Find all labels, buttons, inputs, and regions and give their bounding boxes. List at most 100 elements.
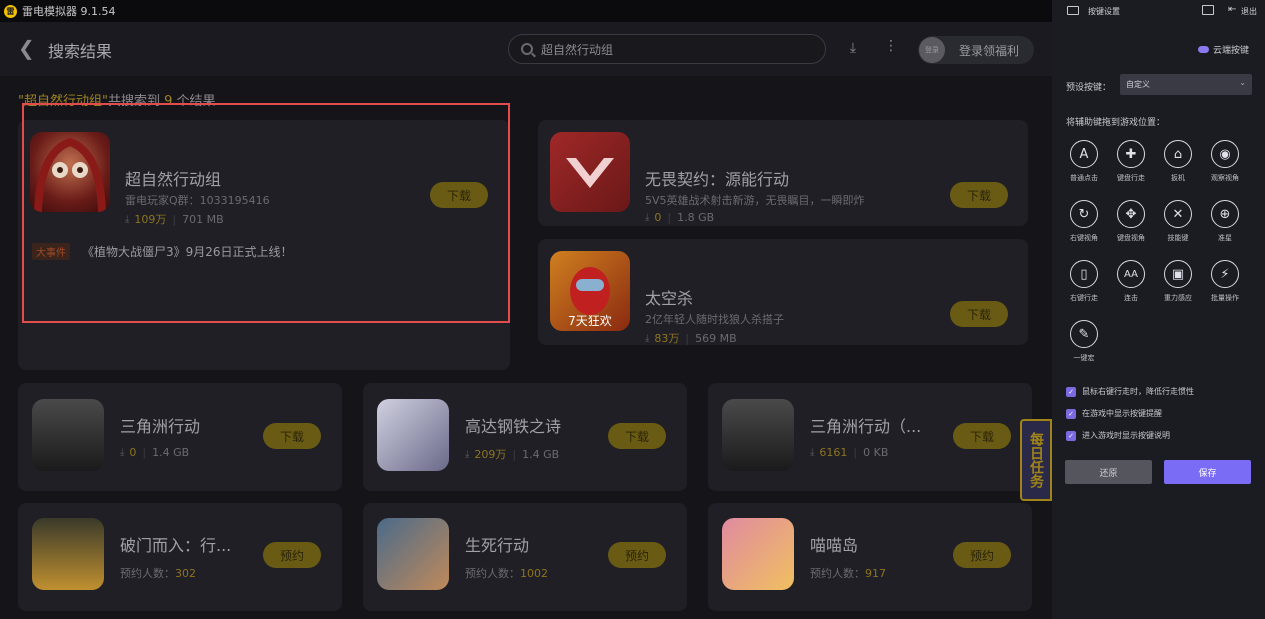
key-label: 批量操作 xyxy=(1211,294,1239,302)
game-name: 超自然行动组 xyxy=(125,170,222,189)
search-input[interactable] xyxy=(541,42,801,56)
key-item[interactable]: ✕ 技能键 xyxy=(1156,200,1200,243)
key-item[interactable]: ▯ 右键行走 xyxy=(1062,260,1106,303)
panel-topbar: 按键设置 ⇤ 退出 xyxy=(1052,0,1265,22)
eye-icon: ◉ xyxy=(1211,140,1239,168)
save-button[interactable]: 保存 xyxy=(1164,460,1251,484)
checkmark-icon: ✓ xyxy=(1066,430,1076,441)
search-icon xyxy=(521,43,533,55)
download-button[interactable]: 下载 xyxy=(263,423,321,449)
game-icon xyxy=(32,518,104,590)
key-label: 普通点击 xyxy=(1070,174,1098,182)
login-button[interactable]: 登录 登录领福利 xyxy=(918,36,1034,64)
key-label: 重力感应 xyxy=(1164,294,1192,302)
macro-icon: ✎ xyxy=(1070,320,1098,348)
trigger-icon: ⌂ xyxy=(1164,140,1192,168)
key-label: 连击 xyxy=(1124,294,1138,302)
key-item[interactable]: ◉ 观察视角 xyxy=(1203,140,1247,183)
gyro-icon: ▣ xyxy=(1164,260,1192,288)
key-settings-panel: 按键设置 ⇤ 退出 云端按键 预设按键： 自定义 ⌄ 将辅助键拖到游戏位置： A… xyxy=(1052,0,1265,619)
dpad-icon: ✚ xyxy=(1117,140,1145,168)
drag-hint: 将辅助键拖到游戏位置： xyxy=(1066,118,1166,128)
game-icon xyxy=(550,132,630,212)
header: ❮ 搜索结果 ⤓ ⋮ 登录 登录领福利 xyxy=(0,22,1052,76)
game-desc: 雷电玩家Q群：1033195416 xyxy=(125,194,270,207)
key-label: 一键宏 xyxy=(1073,354,1095,362)
download-button[interactable]: 下载 xyxy=(950,182,1008,208)
batch-icon: ⚡ xyxy=(1211,260,1239,288)
download-button[interactable]: 下载 xyxy=(950,301,1008,327)
option-checkbox[interactable]: ✓ 在游戏中显示按键提醒 xyxy=(1066,408,1256,419)
key-item[interactable]: ✎ 一键宏 xyxy=(1062,320,1106,363)
svg-text:7天狂欢: 7天狂欢 xyxy=(568,313,612,328)
key-label: 准星 xyxy=(1218,234,1232,242)
app-logo-icon: 雷 xyxy=(4,4,17,18)
option-label: 进入游戏时显示按键说明 xyxy=(1082,431,1170,440)
preset-select[interactable]: 自定义 ⌄ xyxy=(1120,74,1252,95)
restore-button[interactable]: 还原 xyxy=(1065,460,1152,484)
key-item[interactable]: ✥ 键盘视角 xyxy=(1109,200,1153,243)
key-item[interactable]: A 普通点击 xyxy=(1062,140,1106,183)
key-item[interactable]: ✚ 键盘行走 xyxy=(1109,140,1153,183)
event-banner[interactable]: 大事件 《植物大战僵尸3》9月26日正式上线！ xyxy=(22,227,508,377)
back-icon[interactable]: ❮ xyxy=(18,36,35,60)
game-icon xyxy=(377,518,449,590)
game-name: 高达钢铁之诗 xyxy=(465,417,562,436)
reservation-stats: 预约人数： 1002 xyxy=(465,566,548,581)
option-label: 鼠标右键行走时，降低行走惯性 xyxy=(1082,387,1194,396)
skill-icon: ✕ xyxy=(1164,200,1192,228)
reserve-button[interactable]: 预约 xyxy=(608,542,666,568)
preset-label: 预设按键： xyxy=(1066,83,1112,93)
search-box[interactable] xyxy=(508,34,826,64)
game-card[interactable]: 7天狂欢 xyxy=(538,239,1028,345)
reservation-stats: 预约人数： 302 xyxy=(120,566,196,581)
game-icon xyxy=(30,132,110,212)
game-stats: ⤓ 6161 | 0 KB xyxy=(810,446,889,459)
keyboard-icon xyxy=(1067,6,1079,15)
key-item[interactable]: ⌂ 扳机 xyxy=(1156,140,1200,183)
download-manager-icon[interactable]: ⤓ xyxy=(845,40,861,56)
option-checkbox[interactable]: ✓ 进入游戏时显示按键说明 xyxy=(1066,430,1256,441)
download-button[interactable]: 下载 xyxy=(608,423,666,449)
key-item[interactable]: ⚡ 批量操作 xyxy=(1203,260,1247,303)
download-count-icon: ⤓ xyxy=(645,212,650,223)
key-item[interactable]: ▣ 重力感应 xyxy=(1156,260,1200,303)
login-label: 登录领福利 xyxy=(959,43,1020,58)
checkmark-icon: ✓ xyxy=(1066,386,1076,397)
game-stats: ⤓ 109万 | 701 MB xyxy=(125,212,224,227)
event-text[interactable]: 《植物大战僵尸3》9月26日正式上线！ xyxy=(82,243,293,260)
game-name: 生死行动 xyxy=(465,536,530,555)
reserve-button[interactable]: 预约 xyxy=(953,542,1011,568)
key-label: 键盘行走 xyxy=(1117,174,1145,182)
page-title: 搜索结果 xyxy=(48,42,113,61)
download-button[interactable]: 下载 xyxy=(953,423,1011,449)
game-icon xyxy=(722,399,794,471)
game-icon: 7天狂欢 xyxy=(550,251,630,331)
event-tag: 大事件 xyxy=(32,243,70,260)
option-checkbox[interactable]: ✓ 鼠标右键行走时，降低行走惯性 xyxy=(1066,386,1256,397)
exit-label[interactable]: 退出 xyxy=(1241,6,1257,17)
avatar: 登录 xyxy=(919,37,945,63)
reservation-stats: 预约人数： 917 xyxy=(810,566,886,581)
folder-icon[interactable] xyxy=(1202,5,1214,15)
download-count-icon: ⤓ xyxy=(125,213,130,225)
daily-task-badge[interactable]: 每日任务 xyxy=(1020,419,1052,501)
key-label: 键盘视角 xyxy=(1117,234,1145,242)
mouse-icon: ▯ xyxy=(1070,260,1098,288)
key-item[interactable]: AA 连击 xyxy=(1109,260,1153,303)
more-options-icon[interactable]: ⋮ xyxy=(884,38,898,54)
reserve-button[interactable]: 预约 xyxy=(263,542,321,568)
cloud-keys-button[interactable]: 云端按键 xyxy=(1198,43,1249,56)
option-label: 在游戏中显示按键提醒 xyxy=(1082,409,1162,418)
game-stats: ⤓ 0 | 1.4 GB xyxy=(120,446,190,459)
key-label: 扳机 xyxy=(1171,174,1185,182)
game-name: 三角洲行动（... xyxy=(810,417,922,436)
game-stats: ⤓ 209万 | 1.4 GB xyxy=(465,447,560,462)
key-label: 右键视角 xyxy=(1070,234,1098,242)
key-item[interactable]: ↻ 右键视角 xyxy=(1062,200,1106,243)
download-button[interactable]: 下载 xyxy=(430,182,488,208)
main-area: ❮ 搜索结果 ⤓ ⋮ 登录 登录领福利 "超自然行动组"共搜索到 9 个结果 超… xyxy=(0,22,1052,619)
crosshair-icon: ⊕ xyxy=(1211,200,1239,228)
exit-icon[interactable]: ⇤ xyxy=(1228,4,1236,15)
key-item[interactable]: ⊕ 准星 xyxy=(1203,200,1247,243)
